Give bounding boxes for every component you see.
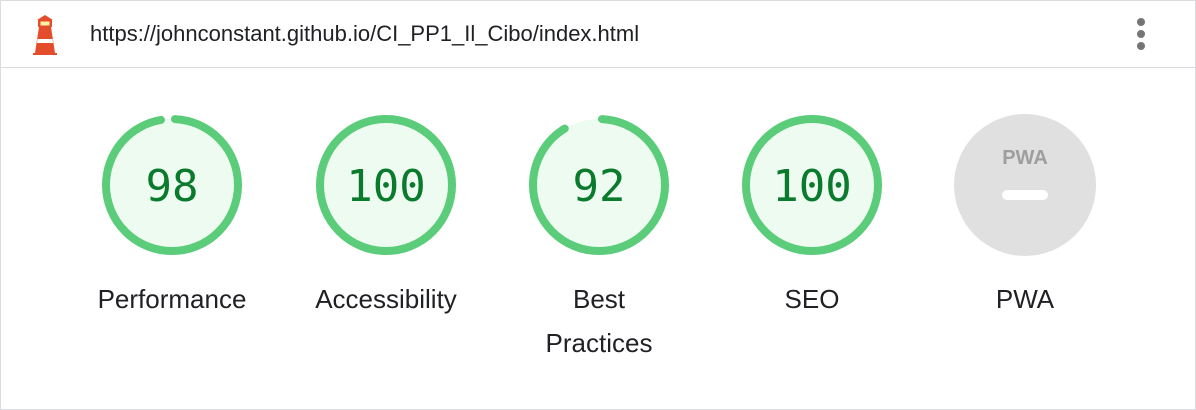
report-header: https://johnconstant.github.io/CI_PP1_Il… (1, 1, 1195, 68)
performance-score: 98 (146, 161, 199, 212)
pwa-badge-icon: PWA (954, 114, 1096, 256)
seo-score: 100 (772, 161, 851, 212)
seo-label: SEO (784, 284, 840, 314)
best-practices-label: Best Practices (545, 284, 653, 358)
kebab-menu-icon[interactable] (1129, 15, 1153, 53)
score-gauges: 98 Performance 100 Accessibility 92 Best… (1, 68, 1195, 409)
gauge-best-practices[interactable]: 92 Best Practices (499, 114, 699, 365)
accessibility-score-ring: 100 (316, 115, 456, 255)
gauge-accessibility[interactable]: 100 Accessibility (286, 114, 486, 321)
performance-label: Performance (97, 284, 247, 314)
accessibility-score: 100 (346, 161, 425, 212)
best-practices-score-ring: 92 (529, 115, 669, 255)
report-url[interactable]: https://johnconstant.github.io/CI_PP1_Il… (90, 21, 639, 47)
gauge-pwa[interactable]: PWA PWA (925, 114, 1125, 321)
seo-score-ring: 100 (742, 115, 882, 255)
best-practices-score: 92 (573, 161, 626, 212)
performance-score-ring: 98 (102, 115, 242, 255)
gauge-seo[interactable]: 100 SEO (712, 114, 912, 321)
gauge-performance[interactable]: 98 Performance (72, 114, 272, 321)
pwa-label: PWA (995, 284, 1055, 314)
lighthouse-report-card: https://johnconstant.github.io/CI_PP1_Il… (0, 0, 1196, 410)
pwa-badge-text: PWA (1002, 147, 1048, 169)
accessibility-label: Accessibility (315, 284, 457, 314)
lighthouse-icon (33, 15, 57, 55)
